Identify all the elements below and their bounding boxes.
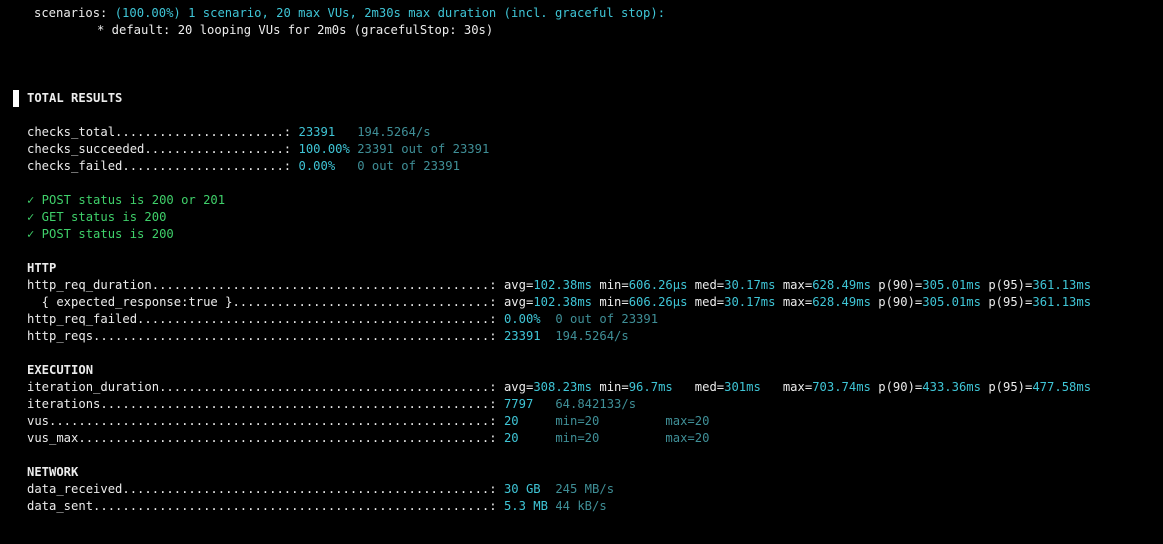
metric-label: http_req_failed.........................…	[27, 312, 497, 326]
metric-checks-total: checks_total.......................: 233…	[27, 124, 431, 141]
stat-key: avg=	[503, 380, 534, 394]
stat-key: max=	[782, 295, 813, 309]
metric-extra: 23391 out of 23391	[357, 142, 490, 156]
metric-label: checks_total.......................:	[27, 125, 292, 139]
metric-iterations: iterations..............................…	[27, 396, 636, 413]
metric-min: min=20	[555, 431, 600, 445]
metric-gap	[335, 125, 357, 139]
stat-value: 30.17ms	[724, 278, 776, 292]
scenarios-line: scenarios: (100.00%) 1 scenario, 20 max …	[34, 5, 665, 22]
stat-key: min=	[599, 380, 629, 394]
stat-key: min=	[599, 278, 629, 292]
metric-iteration-duration: iteration_duration......................…	[27, 379, 1091, 396]
stat-value: 96.7ms	[628, 380, 673, 394]
metric-value: 0.00%	[298, 159, 336, 173]
stat-value: 628.49ms	[812, 278, 871, 292]
stat-value: 477.58ms	[1032, 380, 1092, 394]
metric-label: vus.....................................…	[27, 414, 497, 428]
check-result: ✓ GET status is 200	[27, 210, 167, 224]
metric-value: 23391	[298, 125, 336, 139]
metric-label: data_received...........................…	[27, 482, 497, 496]
stat-value: 102.38ms	[533, 295, 593, 309]
check-result: ✓ POST status is 200 or 201	[27, 193, 226, 207]
stat-key: max=	[782, 278, 813, 292]
metric-label: data_sent...............................…	[27, 499, 497, 513]
stat-value: 30.17ms	[724, 295, 776, 309]
stat-value: 361.13ms	[1032, 278, 1092, 292]
metric-value: 100.00%	[298, 142, 350, 156]
metric-data-sent: data_sent...............................…	[27, 498, 607, 515]
metric-value: 23391	[503, 329, 541, 343]
stat-key: avg=	[503, 295, 534, 309]
metric-value: 30 GB	[503, 482, 541, 496]
stat-value: 308.23ms	[533, 380, 593, 394]
metric-http-req-duration: http_req_duration.......................…	[27, 277, 1091, 294]
scenarios-label: scenarios:	[34, 6, 108, 20]
check-result: ✓ POST status is 200	[27, 227, 174, 241]
stat-value: 361.13ms	[1032, 295, 1092, 309]
metric-vus: vus.....................................…	[27, 413, 709, 430]
section-marker	[13, 90, 19, 107]
metric-label: iteration_duration......................…	[27, 380, 497, 394]
metric-data-received: data_received...........................…	[27, 481, 614, 498]
metric-value: 5.3 MB	[503, 499, 548, 513]
metric-http-reqs: http_reqs...............................…	[27, 328, 629, 345]
default-scenario-line: * default: 20 looping VUs for 2m0s (grac…	[97, 23, 494, 37]
stat-key: p(95)=	[988, 278, 1033, 292]
stat-key: p(95)=	[988, 380, 1033, 394]
metric-value: 7797	[503, 397, 534, 411]
stat-value: 301ms	[724, 380, 761, 394]
stat-key: p(90)=	[878, 278, 923, 292]
stat-key: med=	[694, 278, 725, 292]
stat-value: 606.26µs	[628, 295, 688, 309]
metric-value: 0.00%	[503, 312, 541, 326]
metric-label: { expected_response:true }..............…	[27, 295, 497, 309]
stat-value: 433.36ms	[922, 380, 981, 394]
metric-label: checks_failed......................:	[27, 159, 292, 173]
metric-min: min=20	[555, 414, 600, 428]
metric-max: max=20	[665, 431, 710, 445]
metric-extra: 245 MB/s	[555, 482, 615, 496]
stat-key: max=	[782, 380, 813, 394]
metric-checks-succeeded: checks_succeeded...................: 100…	[27, 141, 489, 158]
metric-value: 20	[503, 431, 519, 445]
metric-value: 20	[503, 414, 519, 428]
metric-label: checks_succeeded...................:	[27, 142, 292, 156]
stat-key: min=	[599, 295, 629, 309]
metric-label: http_req_duration.......................…	[27, 278, 497, 292]
section-heading-network: NETWORK	[27, 465, 79, 479]
metric-extra: 44 kB/s	[555, 499, 607, 513]
section-heading-execution: EXECUTION	[27, 363, 94, 377]
stat-key: med=	[694, 380, 725, 394]
stat-value: 305.01ms	[922, 278, 981, 292]
stat-key: p(95)=	[988, 295, 1033, 309]
stat-key: p(90)=	[878, 380, 923, 394]
metric-extra: 64.842133/s	[555, 397, 637, 411]
metric-expected-response: { expected_response:true }..............…	[27, 294, 1091, 311]
metric-extra: 0 out of 23391	[555, 312, 659, 326]
metric-label: iterations..............................…	[27, 397, 497, 411]
metric-label: http_reqs...............................…	[27, 329, 497, 343]
stat-key: avg=	[503, 278, 534, 292]
stat-value: 102.38ms	[533, 278, 593, 292]
total-results-heading: TOTAL RESULTS	[27, 91, 123, 105]
metric-extra: 194.5264/s	[555, 329, 629, 343]
stat-key: p(90)=	[878, 295, 923, 309]
stat-value: 606.26µs	[628, 278, 688, 292]
metric-http-req-failed: http_req_failed.........................…	[27, 311, 658, 328]
metric-label: vus_max.................................…	[27, 431, 497, 445]
metric-vus-max: vus_max.................................…	[27, 430, 709, 447]
metric-extra: 194.5264/s	[357, 125, 431, 139]
metric-max: max=20	[665, 414, 710, 428]
metric-checks-failed: checks_failed......................: 0.0…	[27, 158, 460, 175]
stat-value: 628.49ms	[812, 295, 871, 309]
stat-key: med=	[694, 295, 725, 309]
terminal-output: scenarios: (100.00%) 1 scenario, 20 max …	[0, 0, 1163, 544]
metric-gap	[335, 159, 357, 173]
metric-extra: 0 out of 23391	[357, 159, 460, 173]
stat-value: 305.01ms	[922, 295, 981, 309]
stat-value: 703.74ms	[812, 380, 871, 394]
section-heading-http: HTTP	[27, 261, 57, 275]
scenarios-value: (100.00%) 1 scenario, 20 max VUs, 2m30s …	[114, 6, 666, 20]
